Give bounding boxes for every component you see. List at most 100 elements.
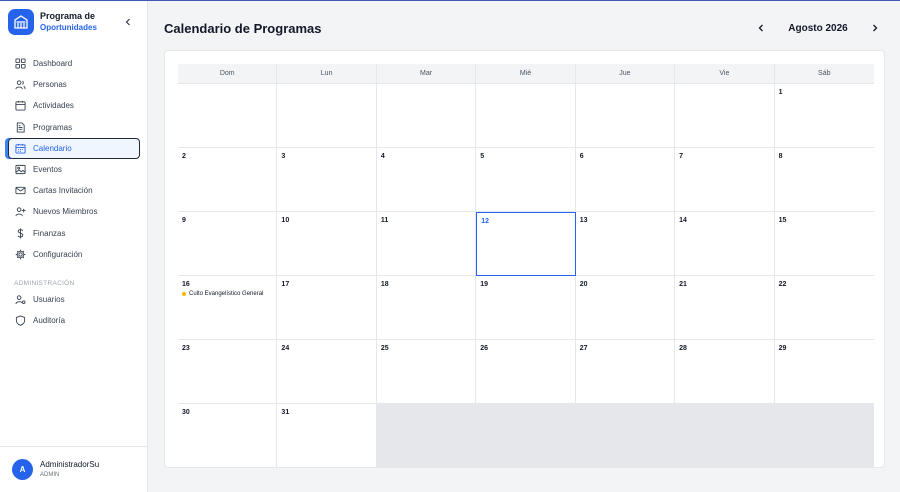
avatar: A xyxy=(12,459,33,480)
calendar-day[interactable]: 23 xyxy=(178,340,278,404)
user-settings-icon xyxy=(15,295,26,305)
calendar-day[interactable]: 18 xyxy=(376,276,477,340)
sidebar-item-nuevos-miembros[interactable]: Nuevos Miembros xyxy=(8,201,140,222)
sidebar-item-cartas-invitacion[interactable]: Cartas Invitación xyxy=(8,180,140,201)
weekday-label: Dom xyxy=(178,64,278,83)
day-number: 16 xyxy=(182,281,190,288)
calendar-icon xyxy=(15,101,26,112)
sidebar-item-programas[interactable]: Programas xyxy=(8,117,140,138)
calendar-day[interactable]: 19 xyxy=(476,276,576,340)
day-number: 12 xyxy=(481,218,490,225)
sidebar-item-label: Eventos xyxy=(33,165,62,175)
calendar-day[interactable]: 15 xyxy=(774,212,874,276)
app-title: Programa de xyxy=(40,11,96,21)
calendar-day[interactable]: 6 xyxy=(575,148,676,212)
day-number: 24 xyxy=(281,345,290,352)
calendar-day[interactable]: 7 xyxy=(675,148,775,212)
user-plus-icon xyxy=(15,207,26,217)
calendar-days: 1 2 3 4 5 6 7 8 9 10 11 12 13 14 15 16 Culto Evangelísti… xyxy=(178,84,874,468)
calendar-day[interactable]: 31 xyxy=(277,404,377,468)
calendar-day[interactable]: 27 xyxy=(575,340,676,404)
day-number: 23 xyxy=(182,345,190,352)
calendar-padding xyxy=(376,404,874,468)
calendar-day[interactable]: 25 xyxy=(376,340,477,404)
collapse-sidebar-button[interactable] xyxy=(122,16,134,28)
calendar-day[interactable]: 17 xyxy=(277,276,377,340)
calendar-day[interactable] xyxy=(476,84,576,148)
calendar-day[interactable]: 4 xyxy=(376,148,477,212)
shield-icon xyxy=(15,315,26,326)
calendar-grid: Dom Lun Mar Mié Jue Vie Sáb 1 2 3 4 5 6 7 8 9 10 11 12 13 1… xyxy=(178,64,874,468)
day-number: 26 xyxy=(480,345,489,352)
people-icon xyxy=(15,80,26,90)
calendar-day[interactable]: 16 Culto Evangelístico General xyxy=(178,276,278,340)
day-number: 19 xyxy=(480,281,489,288)
sidebar-item-label: Personas xyxy=(33,80,67,90)
calendar-icon xyxy=(15,143,26,154)
day-number: 30 xyxy=(182,409,190,416)
day-number: 10 xyxy=(281,217,290,224)
sidebar-item-label: Nuevos Miembros xyxy=(33,207,98,217)
grid-icon xyxy=(15,58,26,69)
sidebar-item-configuracion[interactable]: Configuración xyxy=(8,244,140,265)
calendar-day[interactable]: 28 xyxy=(675,340,775,404)
day-number: 4 xyxy=(380,153,385,160)
day-number: 6 xyxy=(579,153,584,160)
calendar-day[interactable]: 22 xyxy=(774,276,874,340)
calendar-day[interactable]: 26 xyxy=(476,340,576,404)
calendar-day[interactable]: 13 xyxy=(575,212,676,276)
calendar-day-today[interactable]: 12 xyxy=(476,212,576,276)
sidebar-item-label: Cartas Invitación xyxy=(33,186,93,196)
calendar-day[interactable]: 24 xyxy=(277,340,377,404)
calendar-event[interactable]: Culto Evangelístico General xyxy=(182,291,272,297)
weekday-label: Lun xyxy=(277,64,377,83)
previous-month-button[interactable] xyxy=(752,19,770,37)
calendar-day[interactable]: 21 xyxy=(675,276,775,340)
calendar-day[interactable]: 3 xyxy=(277,148,377,212)
weekday-header: Dom Lun Mar Mié Jue Vie Sáb xyxy=(178,64,874,84)
page-title: Calendario de Programas xyxy=(164,21,322,36)
calendar-day[interactable]: 8 xyxy=(774,148,874,212)
calendar-day[interactable]: 11 xyxy=(376,212,477,276)
day-number: 13 xyxy=(579,217,588,224)
weekday-label: Jue xyxy=(576,64,676,83)
day-number: 1 xyxy=(778,89,783,96)
day-number: 27 xyxy=(579,345,588,352)
calendar-day[interactable]: 9 xyxy=(178,212,278,276)
calendar-day[interactable] xyxy=(277,84,377,148)
sidebar-item-label: Programas xyxy=(33,122,73,132)
day-number: 17 xyxy=(281,281,290,288)
sidebar-item-usuarios[interactable]: Usuarios xyxy=(8,289,140,310)
sidebar-item-auditoria[interactable]: Auditoría xyxy=(8,310,140,331)
calendar-day[interactable] xyxy=(575,84,676,148)
mail-icon xyxy=(15,187,26,195)
next-month-button[interactable] xyxy=(866,19,884,37)
calendar-day[interactable]: 1 xyxy=(774,84,874,148)
sidebar: Programa de Oportunidades Dashboard Pers… xyxy=(0,1,148,492)
sidebar-item-label: Dashboard xyxy=(33,59,73,69)
calendar-day[interactable]: 10 xyxy=(277,212,377,276)
calendar-day[interactable]: 5 xyxy=(476,148,576,212)
calendar-day[interactable] xyxy=(178,84,278,148)
sidebar-item-calendario[interactable]: Calendario xyxy=(8,137,140,159)
brand[interactable]: Programa de Oportunidades xyxy=(8,9,97,35)
sidebar-item-actividades[interactable]: Actividades xyxy=(8,95,140,116)
sidebar-item-dashboard[interactable]: Dashboard xyxy=(8,53,140,74)
calendar-day[interactable]: 2 xyxy=(178,148,278,212)
day-number: 14 xyxy=(679,217,687,224)
sidebar-item-label: Auditoría xyxy=(33,316,66,326)
day-number: 25 xyxy=(380,345,389,352)
calendar-day[interactable]: 20 xyxy=(575,276,676,340)
day-number: 22 xyxy=(778,281,787,288)
calendar-day[interactable]: 14 xyxy=(675,212,775,276)
sidebar-item-eventos[interactable]: Eventos xyxy=(8,159,140,180)
sidebar-item-personas[interactable]: Personas xyxy=(8,74,140,95)
calendar-day[interactable]: 30 xyxy=(178,404,278,468)
user-profile[interactable]: A AdministradorSu ADMIN xyxy=(0,446,147,492)
calendar-day[interactable] xyxy=(376,84,477,148)
calendar-day[interactable]: 29 xyxy=(774,340,874,404)
user-name: AdministradorSu xyxy=(40,459,100,469)
calendar-day[interactable] xyxy=(675,84,775,148)
event-title: Culto Evangelístico General xyxy=(189,291,264,297)
sidebar-item-finanzas[interactable]: Finanzas xyxy=(8,223,140,244)
